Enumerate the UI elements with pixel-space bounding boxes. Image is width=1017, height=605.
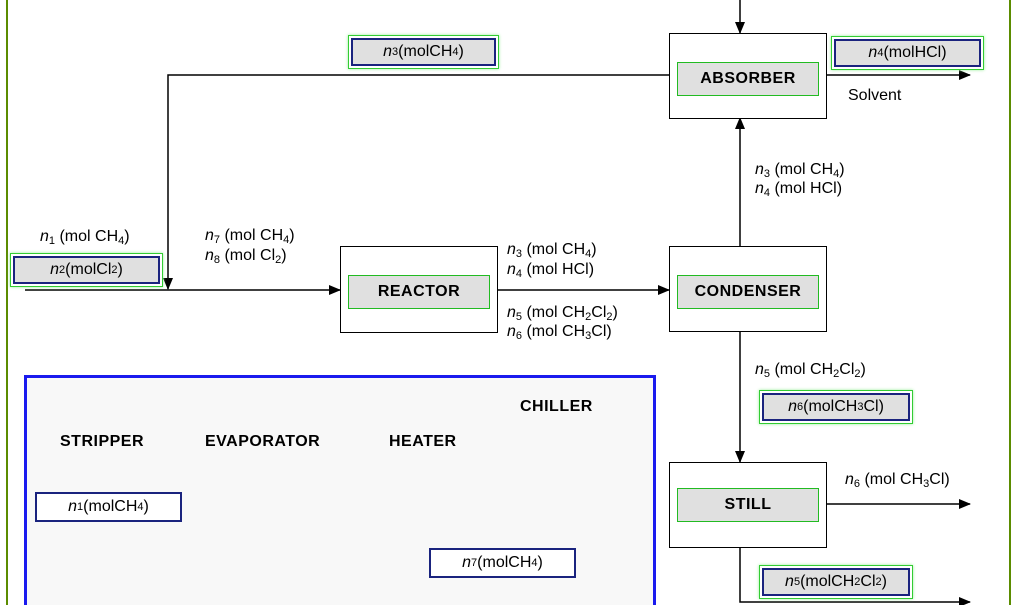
label-chip[interactable]: n6 (mol CH 3 Cl) [762, 393, 910, 421]
variable: n [50, 261, 60, 278]
placed-label-n2_cl2[interactable]: n2 (mol Cl 2) [10, 253, 163, 287]
variable: n [68, 498, 78, 515]
variable: n [507, 261, 516, 278]
stream-label-n6_ch3cl: n6 (mol CH3Cl) [507, 323, 612, 342]
placed-label-n6_ch3cl[interactable]: n6 (mol CH 3 Cl) [759, 390, 913, 424]
subscript: 4 [283, 234, 290, 246]
subscript: 8 [213, 254, 221, 266]
formula-part: CH [114, 498, 138, 515]
variable: n [205, 247, 214, 264]
stream-label-n5_ch2cl2: n5 (mol CH2Cl2) [755, 361, 866, 380]
variable: n [785, 573, 794, 590]
palette-label-n1_ch4[interactable]: n1 (mol CH 4) [35, 492, 182, 522]
formula-part: HCl [562, 261, 589, 278]
reactor-unit: REACTOR [340, 246, 498, 333]
formula-part: Cl [863, 398, 879, 415]
stream-label-n5_ch2cl2: n5 (mol CH2Cl2) [507, 304, 618, 323]
formula-part: Cl [260, 247, 276, 264]
formula-part: CH [810, 161, 834, 178]
variable: n [40, 228, 49, 245]
condenser-unit: CONDENSER [669, 246, 827, 332]
formula-part: CH [562, 304, 586, 321]
stream-label-n4_hcl: n4 (mol HCl) [755, 180, 843, 199]
subscript: 2 [854, 368, 861, 380]
still-unit: STILL [669, 462, 827, 548]
formula-part: Cl [591, 304, 607, 321]
formula-part: CH [260, 227, 284, 244]
stream-label-n6_ch3cl: n6 (mol CH3Cl) [845, 471, 950, 490]
formula-part: CH [900, 471, 924, 488]
formula-part: CH [429, 43, 453, 60]
subscript: 5 [763, 368, 771, 380]
stream-label-n7_ch4: n7 (mol CH4) [205, 227, 295, 246]
palette-panel: CHILLER STRIPPER EVAPORATOR HEATER n 1 (mol C… [24, 375, 656, 605]
variable: n [788, 398, 797, 415]
formula-part: Cl [839, 361, 855, 378]
subscript: 4 [515, 268, 523, 280]
subscript: 6 [853, 478, 861, 490]
formula-part: CH [834, 398, 858, 415]
variable: n [205, 227, 214, 244]
formula-part: CH [562, 323, 586, 340]
subscript: 4 [118, 235, 125, 247]
flowchart-canvas: ABSORBER REACTOR CONDENSER STILL Solvent… [0, 0, 1017, 605]
formula-part: CH [508, 554, 532, 571]
reactor-slot[interactable]: REACTOR [348, 275, 490, 309]
formula-part: CH [810, 361, 834, 378]
placed-label-n3_ch4[interactable]: n3 (mol CH 4) [348, 35, 499, 69]
absorber-unit: ABSORBER [669, 33, 827, 119]
variable: n [462, 554, 472, 571]
variable: n [755, 361, 764, 378]
stream-label-n1_ch4: n1 (mol CH4) [40, 228, 130, 247]
subscript: 4 [763, 187, 771, 199]
subscript: 6 [515, 330, 523, 342]
formula-part: HCl [810, 180, 837, 197]
label-chip[interactable]: n4 (mol HCl) [834, 39, 981, 67]
label-chip[interactable]: n2 (mol Cl 2) [13, 256, 160, 284]
absorber-slot[interactable]: ABSORBER [677, 62, 819, 96]
subscript: 4 [585, 248, 592, 260]
label-chip[interactable]: n3 (mol CH 4) [351, 38, 496, 66]
stream-label-n4_hcl: n4 (mol HCl) [507, 261, 595, 280]
formula-part: HCl [914, 44, 942, 61]
placed-label-n4_hcl[interactable]: n4 (mol HCl) [831, 36, 984, 70]
stream-label-n3_ch4: n3 (mol CH4) [755, 161, 845, 180]
subscript: 1 [48, 235, 56, 247]
stream-label-n3_ch4: n3 (mol CH4) [507, 241, 597, 260]
formula-part: Cl [860, 573, 876, 590]
variable: n [755, 180, 764, 197]
variable: n [507, 323, 516, 340]
variable: n [507, 304, 516, 321]
subscript: 3 [515, 248, 523, 260]
variable: n [755, 161, 764, 178]
formula-part: CH [95, 228, 119, 245]
variable: n [383, 43, 393, 60]
still-slot[interactable]: STILL [677, 488, 819, 522]
solvent-label: Solvent [848, 87, 902, 104]
variable: n [507, 241, 516, 258]
formula-part: Cl [96, 261, 112, 278]
placed-label-n5_ch2cl2[interactable]: n5 (mol CH 2 Cl 2) [759, 565, 913, 599]
palette-label-n7_ch4[interactable]: n7 (mol CH 4) [429, 548, 576, 578]
label-chip[interactable]: n5 (mol CH 2 Cl 2) [762, 568, 910, 596]
subscript: 7 [213, 234, 221, 246]
formula-part: Cl [929, 471, 945, 488]
variable: n [845, 471, 854, 488]
variable: n [868, 44, 878, 61]
palette-unit-stripper[interactable]: STRIPPER [60, 433, 144, 451]
subscript: 2 [275, 254, 282, 266]
palette-unit-heater[interactable]: HEATER [389, 433, 457, 451]
stream-label-n8_cl2: n8 (mol Cl2) [205, 247, 287, 266]
formula-part: Cl [591, 323, 607, 340]
palette-unit-chiller[interactable]: CHILLER [520, 398, 593, 416]
palette-unit-evaporator[interactable]: EVAPORATOR [205, 433, 320, 451]
condenser-slot[interactable]: CONDENSER [677, 275, 819, 309]
formula-part: CH [562, 241, 586, 258]
formula-part: CH [831, 573, 855, 590]
